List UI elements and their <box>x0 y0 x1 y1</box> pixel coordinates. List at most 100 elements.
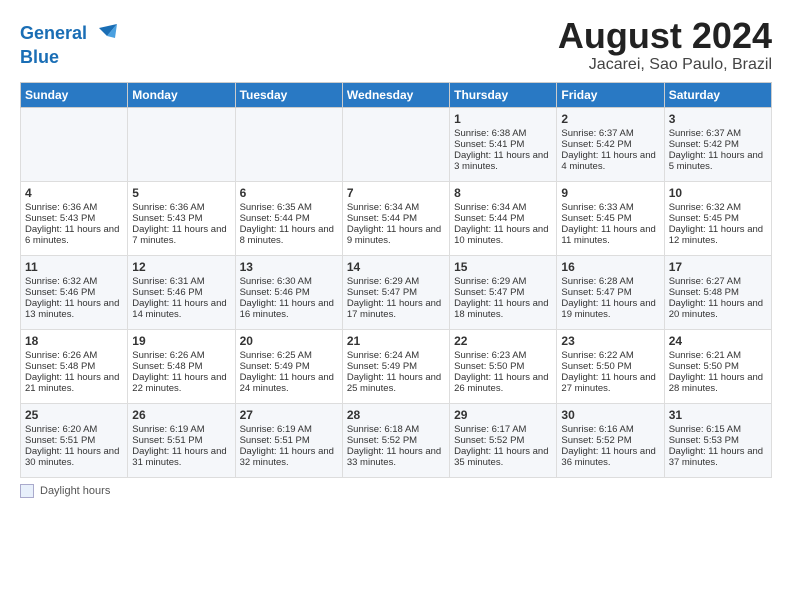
calendar-cell: 29 Sunrise: 6:17 AM Sunset: 5:52 PM Dayli… <box>450 403 557 477</box>
calendar-cell: 11 Sunrise: 6:32 AM Sunset: 5:46 PM Dayli… <box>21 255 128 329</box>
calendar-week-1: 4 Sunrise: 6:36 AM Sunset: 5:43 PM Daylig… <box>21 181 772 255</box>
day-info: Sunrise: 6:15 AM Sunset: 5:53 PM Dayligh… <box>669 424 767 468</box>
day-number: 6 <box>240 186 338 200</box>
day-number: 8 <box>454 186 552 200</box>
day-number: 25 <box>25 408 123 422</box>
day-number: 2 <box>561 112 659 126</box>
calendar-week-4: 25 Sunrise: 6:20 AM Sunset: 5:51 PM Dayli… <box>21 403 772 477</box>
col-monday: Monday <box>128 82 235 107</box>
day-number: 27 <box>240 408 338 422</box>
day-info: Sunrise: 6:18 AM Sunset: 5:52 PM Dayligh… <box>347 424 445 468</box>
calendar-cell: 1 Sunrise: 6:38 AM Sunset: 5:41 PM Daylig… <box>450 107 557 181</box>
calendar-cell: 18 Sunrise: 6:26 AM Sunset: 5:48 PM Dayli… <box>21 329 128 403</box>
footer: Daylight hours <box>20 484 772 498</box>
calendar-cell: 8 Sunrise: 6:34 AM Sunset: 5:44 PM Daylig… <box>450 181 557 255</box>
day-info: Sunrise: 6:35 AM Sunset: 5:44 PM Dayligh… <box>240 202 338 246</box>
calendar-title: August 2024 <box>558 16 772 56</box>
daylight-legend-label: Daylight hours <box>40 485 110 497</box>
calendar-cell: 15 Sunrise: 6:29 AM Sunset: 5:47 PM Dayli… <box>450 255 557 329</box>
day-number: 9 <box>561 186 659 200</box>
calendar-week-0: 1 Sunrise: 6:38 AM Sunset: 5:41 PM Daylig… <box>21 107 772 181</box>
day-number: 11 <box>25 260 123 274</box>
calendar-cell: 23 Sunrise: 6:22 AM Sunset: 5:50 PM Dayli… <box>557 329 664 403</box>
day-info: Sunrise: 6:34 AM Sunset: 5:44 PM Dayligh… <box>454 202 552 246</box>
day-info: Sunrise: 6:21 AM Sunset: 5:50 PM Dayligh… <box>669 350 767 394</box>
logo-blue: Blue <box>20 48 117 66</box>
day-number: 1 <box>454 112 552 126</box>
col-saturday: Saturday <box>664 82 771 107</box>
day-info: Sunrise: 6:31 AM Sunset: 5:46 PM Dayligh… <box>132 276 230 320</box>
calendar-week-3: 18 Sunrise: 6:26 AM Sunset: 5:48 PM Dayli… <box>21 329 772 403</box>
day-info: Sunrise: 6:30 AM Sunset: 5:46 PM Dayligh… <box>240 276 338 320</box>
logo-bird-icon <box>89 20 117 48</box>
day-info: Sunrise: 6:17 AM Sunset: 5:52 PM Dayligh… <box>454 424 552 468</box>
calendar-cell: 27Sunrise: 6:19 AM Sunset: 5:51 PM Dayli… <box>235 403 342 477</box>
calendar-cell: 7 Sunrise: 6:34 AM Sunset: 5:44 PM Daylig… <box>342 181 449 255</box>
day-number: 12 <box>132 260 230 274</box>
col-sunday: Sunday <box>21 82 128 107</box>
calendar-cell: 19 Sunrise: 6:26 AM Sunset: 5:48 PM Dayli… <box>128 329 235 403</box>
day-number: 24 <box>669 334 767 348</box>
col-thursday: Thursday <box>450 82 557 107</box>
day-info: Sunrise: 6:32 AM Sunset: 5:46 PM Dayligh… <box>25 276 123 320</box>
calendar-cell: 12 Sunrise: 6:31 AM Sunset: 5:46 PM Dayli… <box>128 255 235 329</box>
calendar-cell: 28Sunrise: 6:18 AM Sunset: 5:52 PM Dayli… <box>342 403 449 477</box>
calendar-cell: 6 Sunrise: 6:35 AM Sunset: 5:44 PM Daylig… <box>235 181 342 255</box>
calendar-cell <box>235 107 342 181</box>
day-info: Sunrise: 6:29 AM Sunset: 5:47 PM Dayligh… <box>454 276 552 320</box>
day-info: Sunrise: 6:32 AM Sunset: 5:45 PM Dayligh… <box>669 202 767 246</box>
day-number: 19 <box>132 334 230 348</box>
day-number: 4 <box>25 186 123 200</box>
day-info: Sunrise: 6:38 AM Sunset: 5:41 PM Dayligh… <box>454 128 552 172</box>
calendar-cell: 31Sunrise: 6:15 AM Sunset: 5:53 PM Dayli… <box>664 403 771 477</box>
day-number: 23 <box>561 334 659 348</box>
day-number: 30 <box>561 408 659 422</box>
calendar-cell: 30Sunrise: 6:16 AM Sunset: 5:52 PM Dayli… <box>557 403 664 477</box>
day-info: Sunrise: 6:22 AM Sunset: 5:50 PM Dayligh… <box>561 350 659 394</box>
day-info: Sunrise: 6:23 AM Sunset: 5:50 PM Dayligh… <box>454 350 552 394</box>
calendar-cell: 10 Sunrise: 6:32 AM Sunset: 5:45 PM Dayli… <box>664 181 771 255</box>
day-number: 17 <box>669 260 767 274</box>
day-number: 10 <box>669 186 767 200</box>
calendar-cell: 13Sunrise: 6:30 AM Sunset: 5:46 PM Dayli… <box>235 255 342 329</box>
day-number: 29 <box>454 408 552 422</box>
calendar-cell: 3Sunrise: 6:37 AM Sunset: 5:42 PM Daylig… <box>664 107 771 181</box>
day-info: Sunrise: 6:20 AM Sunset: 5:51 PM Dayligh… <box>25 424 123 468</box>
calendar-cell: 17Sunrise: 6:27 AM Sunset: 5:48 PM Dayli… <box>664 255 771 329</box>
calendar-cell: 26 Sunrise: 6:19 AM Sunset: 5:51 PM Dayli… <box>128 403 235 477</box>
calendar-cell: 14Sunrise: 6:29 AM Sunset: 5:47 PM Dayli… <box>342 255 449 329</box>
logo-text: General <box>20 24 87 44</box>
day-number: 16 <box>561 260 659 274</box>
calendar-cell: 22 Sunrise: 6:23 AM Sunset: 5:50 PM Dayli… <box>450 329 557 403</box>
day-info: Sunrise: 6:36 AM Sunset: 5:43 PM Dayligh… <box>25 202 123 246</box>
header-row: Sunday Monday Tuesday Wednesday Thursday… <box>21 82 772 107</box>
calendar-subtitle: Jacarei, Sao Paulo, Brazil <box>558 56 772 74</box>
day-number: 20 <box>240 334 338 348</box>
day-info: Sunrise: 6:25 AM Sunset: 5:49 PM Dayligh… <box>240 350 338 394</box>
col-wednesday: Wednesday <box>342 82 449 107</box>
day-info: Sunrise: 6:19 AM Sunset: 5:51 PM Dayligh… <box>132 424 230 468</box>
calendar-cell <box>128 107 235 181</box>
calendar-table: Sunday Monday Tuesday Wednesday Thursday… <box>20 82 772 478</box>
day-number: 18 <box>25 334 123 348</box>
day-info: Sunrise: 6:26 AM Sunset: 5:48 PM Dayligh… <box>132 350 230 394</box>
day-info: Sunrise: 6:24 AM Sunset: 5:49 PM Dayligh… <box>347 350 445 394</box>
day-info: Sunrise: 6:37 AM Sunset: 5:42 PM Dayligh… <box>669 128 767 172</box>
calendar-cell: 4 Sunrise: 6:36 AM Sunset: 5:43 PM Daylig… <box>21 181 128 255</box>
day-info: Sunrise: 6:37 AM Sunset: 5:42 PM Dayligh… <box>561 128 659 172</box>
day-info: Sunrise: 6:34 AM Sunset: 5:44 PM Dayligh… <box>347 202 445 246</box>
col-friday: Friday <box>557 82 664 107</box>
day-number: 22 <box>454 334 552 348</box>
calendar-week-2: 11 Sunrise: 6:32 AM Sunset: 5:46 PM Dayli… <box>21 255 772 329</box>
calendar-cell: 5Sunrise: 6:36 AM Sunset: 5:43 PM Daylig… <box>128 181 235 255</box>
day-number: 21 <box>347 334 445 348</box>
day-info: Sunrise: 6:26 AM Sunset: 5:48 PM Dayligh… <box>25 350 123 394</box>
day-number: 26 <box>132 408 230 422</box>
page: General Blue August 2024 Jacarei, Sao Pa… <box>0 0 792 508</box>
day-number: 7 <box>347 186 445 200</box>
header: General Blue August 2024 Jacarei, Sao Pa… <box>20 16 772 74</box>
day-info: Sunrise: 6:36 AM Sunset: 5:43 PM Dayligh… <box>132 202 230 246</box>
day-number: 15 <box>454 260 552 274</box>
calendar-cell <box>342 107 449 181</box>
calendar-cell: 16Sunrise: 6:28 AM Sunset: 5:47 PM Dayli… <box>557 255 664 329</box>
